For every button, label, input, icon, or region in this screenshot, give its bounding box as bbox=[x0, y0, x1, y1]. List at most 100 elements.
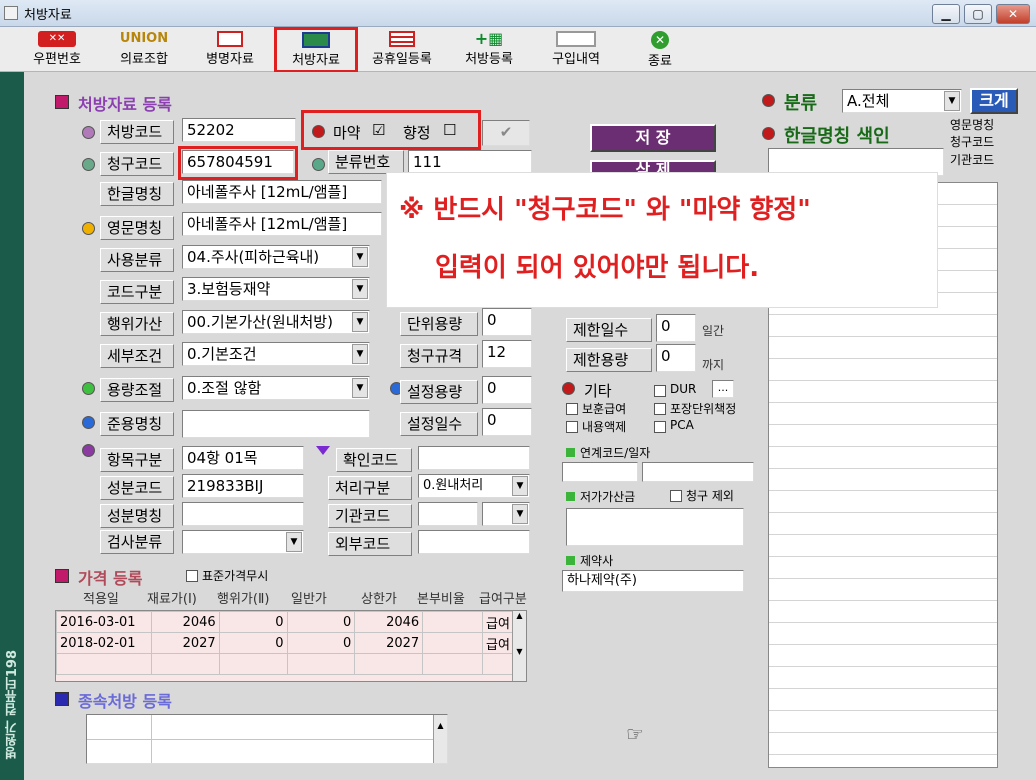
usage-select[interactable]: 04.주사(피하근육내) ▼ bbox=[182, 245, 370, 269]
code-type-value: 3.보험등재약 bbox=[187, 280, 271, 298]
confirm-code-label: 확인코드 bbox=[336, 448, 412, 472]
price-title: 가격 등록 bbox=[78, 569, 143, 588]
chevron-down-icon[interactable]: ▼ bbox=[286, 532, 302, 552]
chevron-down-icon[interactable]: ▼ bbox=[352, 344, 368, 364]
table-cell: 2027 bbox=[150, 632, 220, 654]
table-row[interactable]: 2016-03-01 2046 0 0 2046 급여 bbox=[56, 611, 515, 633]
table-row[interactable]: 2018-02-01 2027 0 0 2027 급여 bbox=[56, 632, 515, 654]
sidebar-text: 병원가 컴퓨터198 bbox=[5, 650, 20, 760]
test-cat-select[interactable]: ▼ bbox=[182, 530, 304, 554]
inst-code-select[interactable]: ▼ bbox=[482, 502, 530, 526]
price-scrollbar[interactable]: ▲ ▼ bbox=[512, 611, 526, 681]
save-button[interactable]: 저 장 bbox=[590, 124, 716, 152]
set-dose-field[interactable]: 0 bbox=[482, 376, 532, 404]
close-button[interactable]: ✕ bbox=[996, 4, 1030, 24]
chevron-down-icon[interactable]: ▼ bbox=[512, 476, 528, 496]
std-ignore-label: 표준가격무시 bbox=[202, 569, 269, 583]
table-cell: 급여 bbox=[481, 632, 515, 654]
sub-presc-grid[interactable]: ▲▼ bbox=[86, 714, 448, 764]
maximize-button[interactable]: ▢ bbox=[964, 4, 992, 24]
unit-dose-field[interactable]: 0 bbox=[482, 308, 532, 336]
more-button[interactable]: ... bbox=[712, 380, 734, 398]
sub-presc-scrollbar[interactable]: ▲▼ bbox=[433, 715, 447, 763]
code-type-select[interactable]: 3.보험등재약 ▼ bbox=[182, 277, 370, 301]
link-date-field[interactable] bbox=[642, 462, 754, 482]
package-label: 포장단위책정 bbox=[670, 402, 737, 416]
index-option-claim[interactable]: 청구코드 bbox=[950, 133, 994, 150]
confirm-code-field[interactable] bbox=[418, 446, 530, 470]
hangul-name-field[interactable]: 아네폴주사 [12mL/앰플] bbox=[182, 180, 382, 204]
claim-exclude-checkbox[interactable] bbox=[670, 490, 682, 502]
std-name-field[interactable] bbox=[182, 410, 370, 438]
bullet-icon bbox=[82, 416, 95, 429]
package-checkbox[interactable] bbox=[654, 403, 666, 415]
dose-adj-select[interactable]: 0.조절 않함 ▼ bbox=[182, 376, 370, 400]
classify-value: A.전체 bbox=[847, 92, 890, 110]
price-marker-icon bbox=[55, 569, 69, 583]
item-cat-label: 항목구분 bbox=[100, 448, 174, 472]
holiday-button[interactable]: 공휴일등록 bbox=[362, 29, 442, 71]
class-no-field[interactable]: 111 bbox=[408, 150, 532, 174]
dur-checkbox[interactable] bbox=[654, 385, 666, 397]
index-label: 한글명칭 색인 bbox=[784, 126, 890, 147]
process-type-select[interactable]: 0.원내처리 ▼ bbox=[418, 474, 530, 498]
register-button[interactable]: +▦ 처방등록 bbox=[454, 29, 524, 71]
std-ignore-checkbox[interactable] bbox=[186, 570, 198, 582]
item-cat-field[interactable]: 04항 01목 bbox=[182, 446, 304, 470]
ok-check-button[interactable]: ✔ bbox=[482, 120, 530, 146]
low-price-grid[interactable] bbox=[566, 508, 744, 546]
register-icon: +▦ bbox=[474, 29, 504, 48]
purchase-button[interactable]: 구입내역 bbox=[540, 29, 612, 71]
ext-code-field[interactable] bbox=[418, 530, 530, 554]
prescription-button[interactable]: 처방자료 bbox=[274, 27, 358, 73]
size-button[interactable]: 크게 bbox=[970, 88, 1018, 114]
liquid-checkbox[interactable] bbox=[566, 421, 578, 433]
veteran-checkbox[interactable] bbox=[566, 403, 578, 415]
maker-field[interactable]: 하나제약(주) bbox=[562, 570, 744, 592]
chevron-down-icon[interactable]: ▼ bbox=[512, 504, 528, 524]
prescription-label: 처방자료 bbox=[292, 53, 340, 68]
bullet-icon bbox=[762, 94, 775, 107]
notice-callout: ※ 반드시 "청구코드" 와 "마약 향정" 입력이 되어 있어야만 됩니다. bbox=[386, 172, 938, 308]
minimize-button[interactable]: ▁ bbox=[932, 4, 960, 24]
ingredient-code-field[interactable]: 219833BIJ bbox=[182, 474, 304, 498]
psychotropic-checkbox[interactable]: ☐ bbox=[443, 121, 456, 139]
etc-label: 기타 bbox=[584, 382, 612, 400]
disease-button[interactable]: 병명자료 bbox=[195, 29, 265, 71]
action-add-select[interactable]: 00.기본가산(원내처방) ▼ bbox=[182, 310, 370, 334]
set-days-field[interactable]: 0 bbox=[482, 408, 532, 436]
claim-std-field[interactable]: 12 bbox=[482, 340, 532, 368]
exit-button[interactable]: ✕ 종료 bbox=[630, 29, 690, 71]
classify-select[interactable]: A.전체 ▼ bbox=[842, 89, 962, 113]
union-label: 의료조합 bbox=[120, 52, 168, 67]
index-option-inst[interactable]: 기관코드 bbox=[950, 151, 994, 168]
eng-name-field[interactable]: 아네폴주사 [12mL/앰플] bbox=[182, 212, 382, 236]
price-table[interactable]: 2016-03-01 2046 0 0 2046 급여 2018-02-01 2… bbox=[55, 610, 527, 682]
table-row[interactable] bbox=[56, 653, 515, 675]
set-days-label: 설정일수 bbox=[400, 412, 478, 436]
index-option-eng[interactable]: 영문명칭 bbox=[950, 116, 994, 133]
detail-cond-select[interactable]: 0.기본조건 ▼ bbox=[182, 342, 370, 366]
claim-code-field[interactable]: 657804591 bbox=[182, 150, 294, 174]
code-field[interactable]: 52202 bbox=[182, 118, 296, 142]
toolbar: ✕✕ 우편번호 UNION 의료조합 병명자료 처방자료 공휴일등록 +▦ 처방… bbox=[0, 27, 1036, 73]
limit-days-field[interactable]: 0 bbox=[656, 314, 696, 342]
narcotic-checkbox[interactable]: ☑ bbox=[372, 121, 385, 139]
pca-checkbox[interactable] bbox=[654, 421, 666, 433]
postcode-button[interactable]: ✕✕ 우편번호 bbox=[22, 29, 92, 71]
chevron-down-icon[interactable]: ▼ bbox=[352, 279, 368, 299]
limit-dose-field[interactable]: 0 bbox=[656, 344, 696, 372]
chevron-down-icon[interactable]: ▼ bbox=[352, 247, 368, 267]
hangul-name-label: 한글명칭 bbox=[100, 182, 174, 206]
link-code-field[interactable] bbox=[562, 462, 638, 482]
inst-code-field[interactable] bbox=[418, 502, 478, 526]
table-cell bbox=[422, 632, 483, 654]
notice-line-1: ※ 반드시 "청구코드" 와 "마약 향정" bbox=[399, 195, 811, 225]
header-ratio: 본부비율 bbox=[417, 592, 465, 607]
chevron-down-icon[interactable]: ▼ bbox=[944, 91, 960, 111]
chevron-down-icon[interactable]: ▼ bbox=[352, 312, 368, 332]
chevron-down-icon[interactable]: ▼ bbox=[352, 378, 368, 398]
union-button[interactable]: UNION 의료조합 bbox=[108, 29, 180, 71]
ingredient-name-field[interactable] bbox=[182, 502, 304, 526]
std-name-label: 준용명칭 bbox=[100, 412, 174, 436]
